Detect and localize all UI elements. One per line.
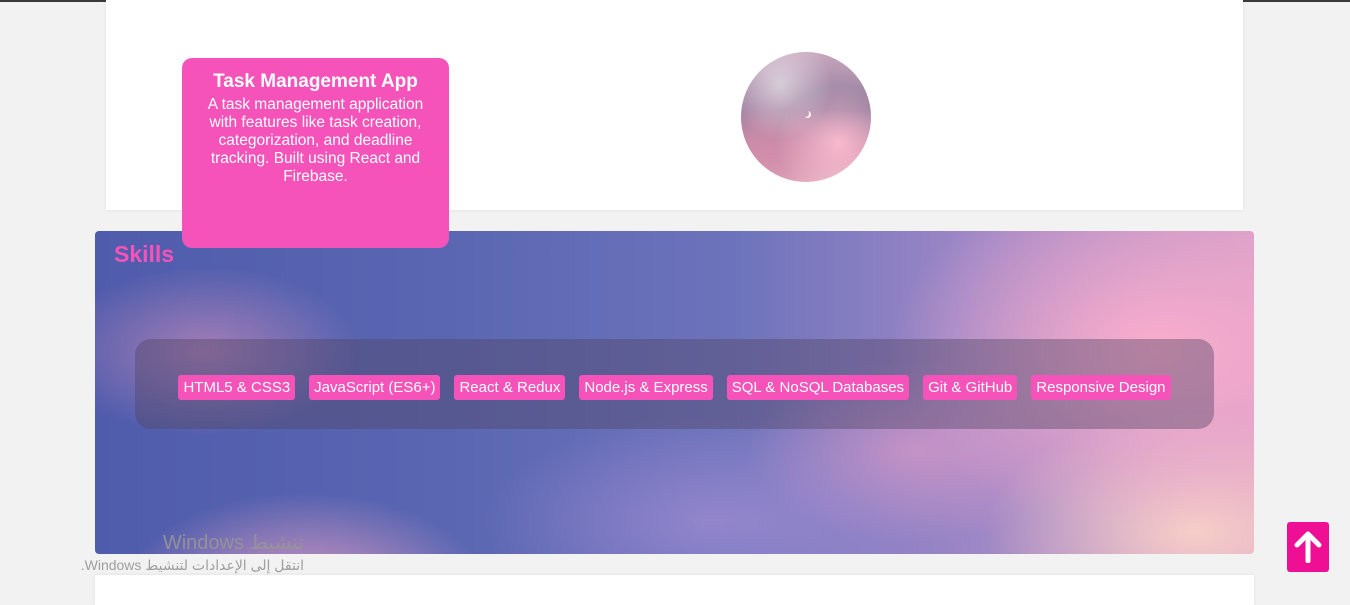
skill-tag: Node.js & Express	[579, 375, 713, 400]
skills-container: HTML5 & CSS3 JavaScript (ES6+) React & R…	[135, 339, 1214, 429]
skill-tag: React & Redux	[454, 375, 566, 400]
project-title: Task Management App	[213, 71, 418, 92]
skills-title: Skills	[114, 241, 175, 267]
next-section	[95, 575, 1254, 605]
scroll-to-top-button[interactable]	[1287, 522, 1329, 572]
skill-tag: Git & GitHub	[923, 375, 1018, 400]
skill-list: HTML5 & CSS3 JavaScript (ES6+) React & R…	[135, 375, 1214, 400]
moon-icon	[802, 110, 809, 117]
skills-section: Skills HTML5 & CSS3 JavaScript (ES6+) Re…	[95, 231, 1254, 554]
skill-tag: HTML5 & CSS3	[178, 375, 296, 400]
activation-subtitle: انتقل إلى الإعدادات لتنشيط Windows.	[80, 557, 304, 573]
project-description: A task management application with featu…	[207, 96, 424, 185]
arrow-up-icon	[1294, 531, 1322, 563]
skill-tag: SQL & NoSQL Databases	[726, 375, 910, 400]
project-card[interactable]: Task Management App A task management ap…	[182, 58, 449, 248]
windows-activation-watermark: تنشيط Windows انتقل إلى الإعدادات لتنشيط…	[60, 530, 304, 574]
activation-title: تنشيط Windows	[162, 532, 304, 554]
skill-tag: JavaScript (ES6+)	[309, 375, 441, 400]
skill-tag: Responsive Design	[1031, 375, 1171, 400]
project-image	[741, 52, 871, 182]
